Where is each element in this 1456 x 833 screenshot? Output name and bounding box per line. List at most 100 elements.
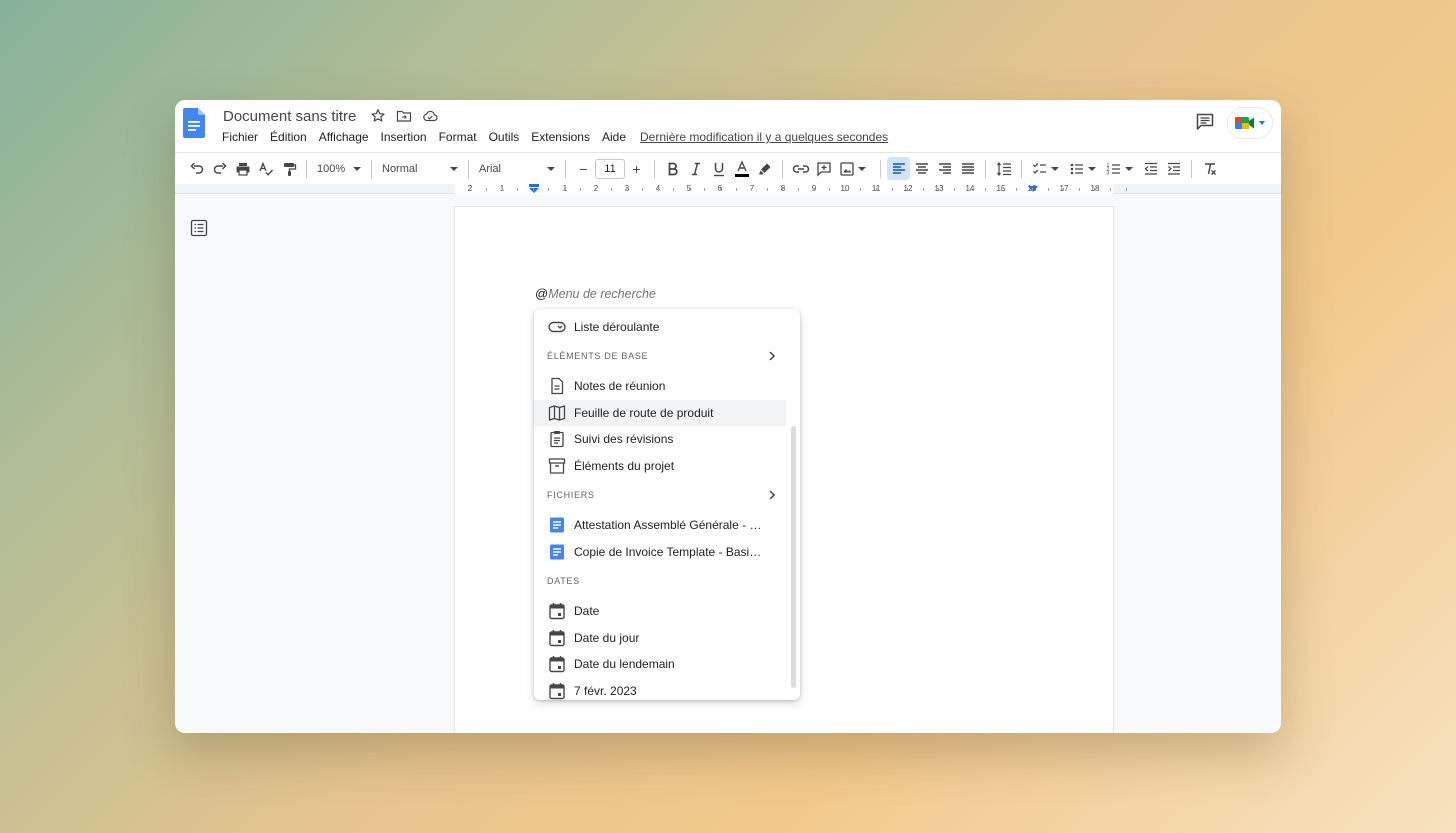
align-justify-icon[interactable] (956, 157, 979, 180)
right-indent-marker-icon[interactable] (1027, 184, 1039, 194)
dropdown-item-file-attestation[interactable]: Attestation Assemblé Générale - 2022 (534, 512, 786, 538)
dropdown-item-date-du-lendemain[interactable]: Date du lendemain (534, 651, 786, 677)
ruler-tick (938, 188, 940, 191)
decrease-indent-icon[interactable] (1139, 157, 1162, 180)
dropdown-item-date[interactable]: Date (534, 598, 786, 624)
insert-image-icon[interactable] (835, 157, 858, 180)
dropdown-item-liste-deroulante[interactable]: Liste déroulante (534, 314, 786, 340)
chevron-down-icon[interactable] (1088, 166, 1096, 171)
document-outline-icon[interactable] (190, 219, 208, 237)
checklist-icon[interactable] (1028, 157, 1051, 180)
dropdown-item-notes-de-reunion[interactable]: Notes de réunion (534, 373, 786, 399)
last-edit-link[interactable]: Dernière modification il y a quelques se… (640, 130, 888, 144)
dropdown-item-specific-date[interactable]: 7 févr. 2023 (534, 678, 786, 700)
menu-fichier[interactable]: Fichier (222, 130, 258, 144)
dropdown-item-elements-du-projet[interactable]: Éléments du projet (534, 453, 786, 479)
align-center-icon[interactable] (910, 157, 933, 180)
ruler-tick (673, 188, 675, 191)
menu-format[interactable]: Format (439, 130, 477, 144)
svg-text:3: 3 (1106, 170, 1109, 176)
ruler-tick (579, 188, 581, 191)
ruler-tick (907, 188, 909, 191)
ruler-tick (720, 188, 721, 191)
bullet-list-icon[interactable] (1065, 157, 1088, 180)
ruler-tick (1000, 188, 1002, 191)
toolbar-divider (985, 159, 986, 178)
highlight-icon[interactable] (753, 157, 776, 180)
menu-insertion[interactable]: Insertion (381, 130, 427, 144)
dropdown-item-label: 7 févr. 2023 (574, 684, 637, 698)
redo-icon[interactable] (208, 157, 231, 180)
decrease-font-size-button[interactable]: − (572, 157, 595, 180)
italic-icon[interactable] (684, 157, 707, 180)
document-icon (548, 377, 566, 395)
paint-format-icon[interactable] (277, 157, 300, 180)
numbered-list-icon[interactable]: 123 (1102, 157, 1125, 180)
comments-icon[interactable] (1195, 112, 1215, 132)
bold-icon[interactable] (661, 157, 684, 180)
menu-edition[interactable]: Édition (270, 130, 307, 144)
menu-outils[interactable]: Outils (489, 130, 520, 144)
section-label: ÉLÉMENTS DE BASE (547, 351, 649, 361)
document-page[interactable]: @ Menu de recherche Liste déroulante ÉLÉ… (455, 207, 1113, 733)
horizontal-ruler[interactable]: 2 1 1 2 3 4 5 6 7 8 9 10 11 12 13 14 15 … (455, 184, 1127, 194)
print-icon[interactable] (231, 157, 254, 180)
archive-icon (548, 457, 566, 475)
left-indent-marker-icon[interactable] (528, 184, 540, 194)
document-title[interactable]: Document sans titre (223, 108, 356, 125)
meet-caret-icon (1259, 121, 1265, 125)
text-color-icon[interactable] (730, 157, 753, 180)
undo-icon[interactable] (185, 157, 208, 180)
font-size-input[interactable]: 11 (595, 158, 625, 179)
move-folder-icon[interactable] (396, 108, 412, 124)
ruler-tick (704, 188, 706, 191)
dropdown-scrollbar[interactable] (791, 426, 796, 688)
section-fichiers[interactable]: FICHIERS (547, 487, 777, 503)
menu-extensions[interactable]: Extensions (531, 130, 590, 144)
ruler-tick (486, 188, 487, 191)
dropdown-item-date-du-jour[interactable]: Date du jour (534, 625, 786, 651)
line-spacing-icon[interactable] (992, 157, 1015, 180)
align-left-icon[interactable] (887, 157, 910, 180)
font-select[interactable]: Arial (475, 157, 559, 180)
zoom-select[interactable]: 100% (313, 157, 365, 180)
clear-formatting-icon[interactable] (1198, 157, 1221, 180)
chevron-down-icon (353, 166, 361, 171)
chevron-right-icon[interactable] (767, 489, 777, 501)
ruler-tick (969, 188, 971, 191)
chevron-down-icon[interactable] (1051, 166, 1059, 171)
cloud-saved-icon[interactable] (422, 108, 438, 124)
section-elements-de-base[interactable]: ÉLÉMENTS DE BASE (547, 348, 777, 364)
toolbar-divider (468, 159, 469, 178)
clipboard-icon (548, 430, 566, 448)
toolbar-divider (782, 159, 783, 178)
at-mention-line[interactable]: @ Menu de recherche (535, 286, 656, 301)
chevron-right-icon[interactable] (767, 350, 777, 362)
spellcheck-icon[interactable] (254, 157, 277, 180)
smart-chips-dropdown: Liste déroulante ÉLÉMENTS DE BASE Notes … (534, 309, 800, 700)
increase-indent-icon[interactable] (1162, 157, 1185, 180)
underline-icon[interactable] (707, 157, 730, 180)
dropdown-item-file-invoice[interactable]: Copie de Invoice Template - Basic Invoic… (534, 539, 786, 565)
add-comment-icon[interactable] (812, 157, 835, 180)
link-icon[interactable] (789, 157, 812, 180)
ruler-tick (1078, 188, 1080, 191)
toolbar-divider (306, 159, 307, 178)
menu-affichage[interactable]: Affichage (319, 130, 369, 144)
docs-logo-icon[interactable] (183, 108, 205, 138)
chevron-down-icon (450, 166, 458, 171)
dropdown-item-label: Suivi des révisions (574, 432, 674, 446)
chevron-down-icon[interactable] (858, 166, 866, 171)
dropdown-item-feuille-de-route[interactable]: Feuille de route de produit (534, 400, 786, 426)
align-right-icon[interactable] (933, 157, 956, 180)
increase-font-size-button[interactable]: + (625, 157, 648, 180)
dropdown-item-suivi-des-revisions[interactable]: Suivi des révisions (534, 426, 786, 452)
meet-button[interactable] (1227, 107, 1273, 139)
chevron-down-icon[interactable] (1125, 166, 1133, 171)
ruler-tick (548, 188, 550, 191)
dropdown-item-label: Attestation Assemblé Générale - 2022 (574, 518, 766, 532)
section-label: DATES (547, 576, 580, 586)
menu-aide[interactable]: Aide (602, 130, 626, 144)
star-icon[interactable] (370, 108, 386, 124)
style-select[interactable]: Normal (378, 157, 462, 180)
